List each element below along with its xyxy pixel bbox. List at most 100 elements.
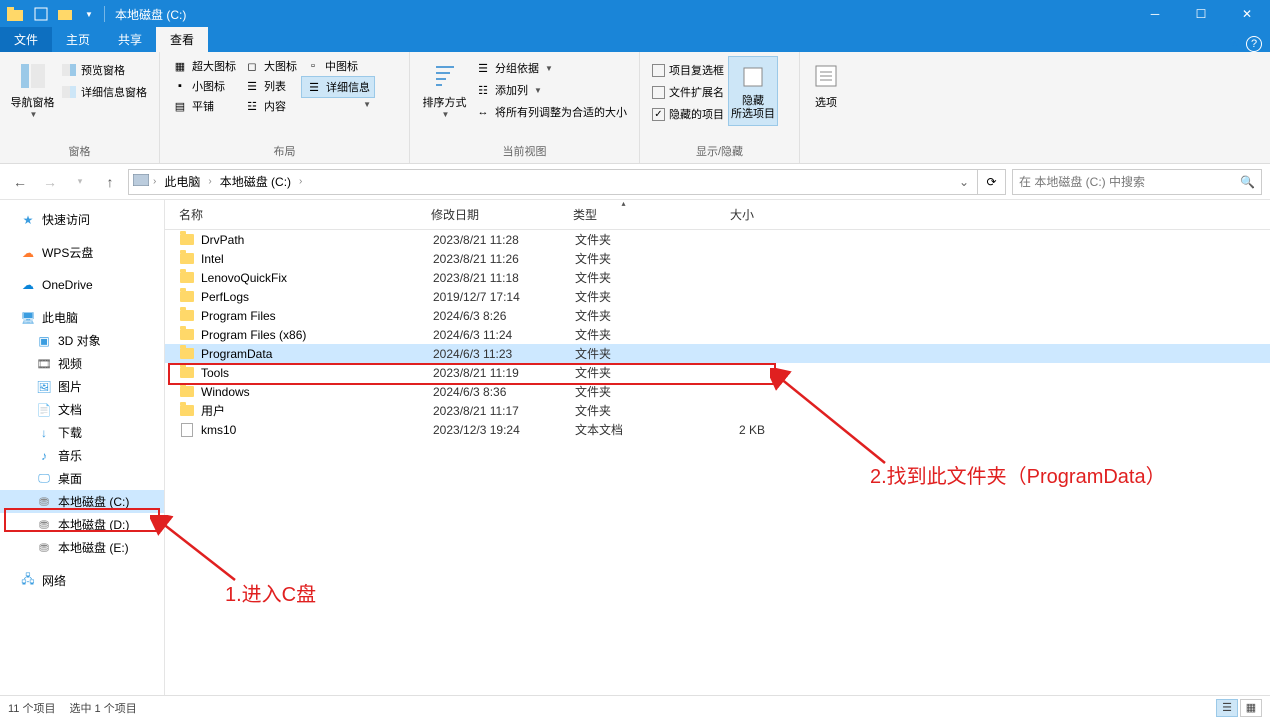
file-type: 文件夹 bbox=[575, 231, 693, 248]
item-checkboxes-toggle[interactable]: 项目复选框 bbox=[648, 60, 728, 80]
file-date: 2023/8/21 11:17 bbox=[433, 404, 575, 418]
col-date[interactable]: 修改日期 bbox=[423, 200, 565, 229]
close-button[interactable]: ✕ bbox=[1224, 0, 1270, 28]
help-icon[interactable]: ? bbox=[1246, 36, 1262, 52]
file-type: 文本文档 bbox=[575, 421, 693, 438]
refresh-button[interactable]: ⟳ bbox=[978, 169, 1006, 195]
group-by-button[interactable]: ☰分组依据▼ bbox=[471, 58, 631, 78]
sidebar-wps[interactable]: ☁WPS云盘 bbox=[0, 241, 164, 264]
hidden-items-toggle[interactable]: ✓隐藏的项目 bbox=[648, 104, 728, 124]
file-ext-toggle[interactable]: 文件扩展名 bbox=[648, 82, 728, 102]
tab-view[interactable]: 查看 bbox=[156, 27, 208, 52]
file-row[interactable]: Program Files (x86)2024/6/3 11:24文件夹 bbox=[165, 325, 1270, 344]
file-row[interactable]: 用户2023/8/21 11:17文件夹 bbox=[165, 401, 1270, 420]
crumb-pc[interactable]: 此电脑 bbox=[160, 171, 204, 192]
forward-button[interactable]: → bbox=[38, 170, 62, 194]
file-type: 文件夹 bbox=[575, 288, 693, 305]
sidebar-documents[interactable]: 📄文档 bbox=[0, 398, 164, 421]
address-dropdown-icon[interactable]: ⌄ bbox=[955, 175, 973, 189]
tab-home[interactable]: 主页 bbox=[52, 27, 104, 52]
details-pane-button[interactable]: 详细信息窗格 bbox=[57, 82, 151, 102]
file-row[interactable]: LenovoQuickFix2023/8/21 11:18文件夹 bbox=[165, 268, 1270, 287]
titlebar: ▼ 本地磁盘 (C:) ─ ☐ ✕ bbox=[0, 0, 1270, 28]
file-row[interactable]: Intel2023/8/21 11:26文件夹 bbox=[165, 249, 1270, 268]
quick-access-toolbar: ▼ bbox=[28, 3, 100, 25]
maximize-button[interactable]: ☐ bbox=[1178, 0, 1224, 28]
drive-icon bbox=[133, 174, 149, 189]
sidebar-onedrive[interactable]: ☁OneDrive bbox=[0, 274, 164, 296]
file-row[interactable]: PerfLogs2019/12/7 17:14文件夹 bbox=[165, 287, 1270, 306]
layout-details[interactable]: ☰详细信息 bbox=[301, 76, 375, 98]
chevron-right-icon[interactable]: › bbox=[206, 176, 213, 187]
file-row[interactable]: DrvPath2023/8/21 11:28文件夹 bbox=[165, 230, 1270, 249]
xl-icon: ▦ bbox=[172, 58, 188, 74]
preview-pane-button[interactable]: 预览窗格 bbox=[57, 60, 151, 80]
tab-share[interactable]: 共享 bbox=[104, 27, 156, 52]
sidebar-drive-d[interactable]: ⛃本地磁盘 (D:) bbox=[0, 513, 164, 536]
file-row[interactable]: Program Files2024/6/3 8:26文件夹 bbox=[165, 306, 1270, 325]
add-columns-button[interactable]: ☷添加列▼ bbox=[471, 80, 631, 100]
desktop-icon: 🖵 bbox=[36, 471, 52, 487]
explorer-icon bbox=[6, 5, 24, 23]
sidebar-3d-objects[interactable]: ▣3D 对象 bbox=[0, 329, 164, 352]
sm-icon: ▪ bbox=[172, 78, 188, 94]
folder-icon bbox=[179, 289, 195, 305]
chevron-right-icon[interactable]: › bbox=[151, 176, 158, 187]
crumb-drive[interactable]: 本地磁盘 (C:) bbox=[216, 171, 295, 192]
pc-icon: 🖥 bbox=[20, 310, 36, 326]
qat-newfolder-icon[interactable] bbox=[54, 3, 76, 25]
file-row[interactable]: Tools2023/8/21 11:19文件夹 bbox=[165, 363, 1270, 382]
col-size[interactable]: 大小 bbox=[683, 200, 763, 229]
layout-more[interactable]: ▼ bbox=[301, 98, 375, 111]
music-icon: ♪ bbox=[36, 448, 52, 464]
hide-selected-button[interactable]: 隐藏 所选项目 bbox=[728, 56, 778, 126]
fit-columns-button[interactable]: ↔将所有列调整为合适的大小 bbox=[471, 102, 631, 122]
options-button[interactable]: 选项 bbox=[808, 56, 844, 114]
file-date: 2023/8/21 11:18 bbox=[433, 271, 575, 285]
file-row[interactable]: Windows2024/6/3 8:36文件夹 bbox=[165, 382, 1270, 401]
sidebar-downloads[interactable]: ↓下载 bbox=[0, 421, 164, 444]
tab-file[interactable]: 文件 bbox=[0, 27, 52, 52]
chevron-down-icon: ▼ bbox=[363, 100, 371, 109]
back-button[interactable]: ← bbox=[8, 170, 32, 194]
qat-dropdown-icon[interactable]: ▼ bbox=[78, 3, 100, 25]
qat-properties-icon[interactable] bbox=[30, 3, 52, 25]
layout-lg[interactable]: ◻大图标 bbox=[240, 56, 301, 76]
sidebar-drive-c[interactable]: ⛃本地磁盘 (C:) bbox=[0, 490, 164, 513]
col-name[interactable]: 名称 bbox=[165, 200, 423, 229]
address-bar[interactable]: › 此电脑 › 本地磁盘 (C:) › ⌄ bbox=[128, 169, 978, 195]
search-box[interactable]: 在 本地磁盘 (C:) 中搜索 🔍 bbox=[1012, 169, 1262, 195]
layout-sm[interactable]: ▪小图标 bbox=[168, 76, 240, 96]
ribbon-collapse-icon[interactable]: ˄ bbox=[1232, 39, 1238, 50]
file-row[interactable]: kms102023/12/3 19:24文本文档2 KB bbox=[165, 420, 1270, 439]
chevron-down-icon: ▼ bbox=[545, 64, 553, 73]
folder-icon bbox=[179, 251, 195, 267]
sidebar-desktop[interactable]: 🖵桌面 bbox=[0, 467, 164, 490]
file-date: 2024/6/3 11:24 bbox=[433, 328, 575, 342]
folder-icon bbox=[179, 232, 195, 248]
sidebar-videos[interactable]: 🎞视频 bbox=[0, 352, 164, 375]
file-row[interactable]: ProgramData2024/6/3 11:23文件夹 bbox=[165, 344, 1270, 363]
sidebar-network[interactable]: 🖧网络 bbox=[0, 569, 164, 592]
layout-list[interactable]: ☰列表 bbox=[240, 76, 301, 96]
view-icons-button[interactable]: ▦ bbox=[1240, 699, 1262, 717]
view-details-button[interactable]: ☰ bbox=[1216, 699, 1238, 717]
sort-button[interactable]: 排序方式 ▼ bbox=[418, 56, 471, 123]
layout-xl[interactable]: ▦超大图标 bbox=[168, 56, 240, 76]
layout-md[interactable]: ▫中图标 bbox=[301, 56, 375, 76]
layout-content[interactable]: ☳内容 bbox=[240, 96, 301, 116]
sidebar-pictures[interactable]: 🖼图片 bbox=[0, 375, 164, 398]
sidebar-music[interactable]: ♪音乐 bbox=[0, 444, 164, 467]
recent-dropdown[interactable]: ▾ bbox=[68, 170, 92, 194]
minimize-button[interactable]: ─ bbox=[1132, 0, 1178, 28]
layout-tiles[interactable]: ▤平铺 bbox=[168, 96, 240, 116]
col-type[interactable]: ▴类型 bbox=[565, 200, 683, 229]
chevron-right-icon[interactable]: › bbox=[297, 176, 304, 187]
search-icon: 🔍 bbox=[1240, 175, 1255, 189]
sidebar-quick-access[interactable]: ★快速访问 bbox=[0, 208, 164, 231]
sidebar-this-pc[interactable]: 🖥此电脑 bbox=[0, 306, 164, 329]
up-button[interactable]: ↑ bbox=[98, 170, 122, 194]
nav-pane-button[interactable]: 导航窗格 ▼ bbox=[8, 56, 57, 123]
file-name: 用户 bbox=[201, 402, 433, 419]
sidebar-drive-e[interactable]: ⛃本地磁盘 (E:) bbox=[0, 536, 164, 559]
